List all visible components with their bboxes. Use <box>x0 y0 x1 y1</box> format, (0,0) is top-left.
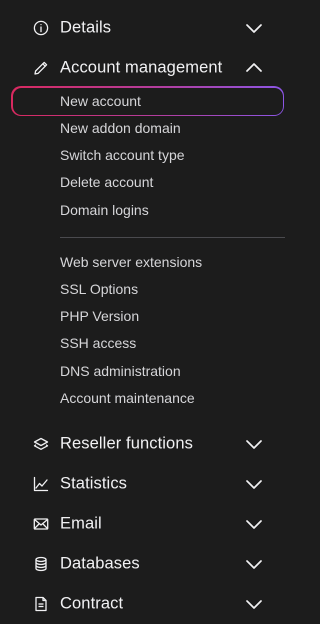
nav-section-email[interactable]: Email <box>0 504 296 544</box>
submenu-item-delete-account[interactable]: Delete account <box>60 173 153 191</box>
chevron-down-icon <box>245 19 263 37</box>
submenu-item-new-account[interactable]: New account <box>60 92 141 110</box>
chevron-down-icon <box>245 555 263 573</box>
active-item-highlight <box>11 86 284 116</box>
submenu-item-domain-logins[interactable]: Domain logins <box>60 201 149 219</box>
nav-section-label: Account management <box>60 58 223 77</box>
nav-section-statistics[interactable]: Statistics <box>0 464 296 504</box>
envelope-icon <box>33 516 49 532</box>
submenu-item-new-addon-domain[interactable]: New addon domain <box>60 119 181 137</box>
chevron-down-icon <box>245 475 263 493</box>
database-icon <box>33 556 49 572</box>
submenu-item-switch-account-type[interactable]: Switch account type <box>60 146 185 164</box>
submenu-item-web-server-extensions[interactable]: Web server extensions <box>60 253 202 271</box>
chevron-down-icon <box>245 515 263 533</box>
submenu-item-ssh-access[interactable]: SSH access <box>60 334 136 352</box>
nav-section-databases[interactable]: Databases <box>0 544 296 584</box>
nav-section-contract[interactable]: Contract <box>0 584 296 624</box>
nav-section-label: Contract <box>60 594 124 613</box>
nav-section-label: Details <box>60 18 112 37</box>
pencil-icon <box>33 60 49 76</box>
nav-section-account-management[interactable]: Account management <box>0 48 296 88</box>
submenu-item-account-maintenance[interactable]: Account maintenance <box>60 389 195 407</box>
nav-section-label: Statistics <box>60 474 128 493</box>
layers-icon <box>33 436 49 452</box>
nav-section-details[interactable]: Details <box>0 8 296 48</box>
chevron-down-icon <box>245 595 263 613</box>
sidebar-nav: Details Account management New account N… <box>0 0 296 624</box>
submenu-item-php-version[interactable]: PHP Version <box>60 307 139 325</box>
submenu-item-ssl-options[interactable]: SSL Options <box>60 280 138 298</box>
line-chart-icon <box>33 476 49 492</box>
chevron-down-icon <box>245 435 263 453</box>
submenu-item-dns-administration[interactable]: DNS administration <box>60 362 181 380</box>
nav-section-label: Email <box>60 514 102 533</box>
chevron-up-icon <box>245 59 263 77</box>
nav-section-reseller-functions[interactable]: Reseller functions <box>0 424 296 464</box>
info-icon <box>33 20 49 36</box>
document-icon <box>33 596 49 612</box>
submenu-divider <box>60 237 285 238</box>
nav-section-label: Reseller functions <box>60 434 193 453</box>
nav-section-label: Databases <box>60 554 140 573</box>
